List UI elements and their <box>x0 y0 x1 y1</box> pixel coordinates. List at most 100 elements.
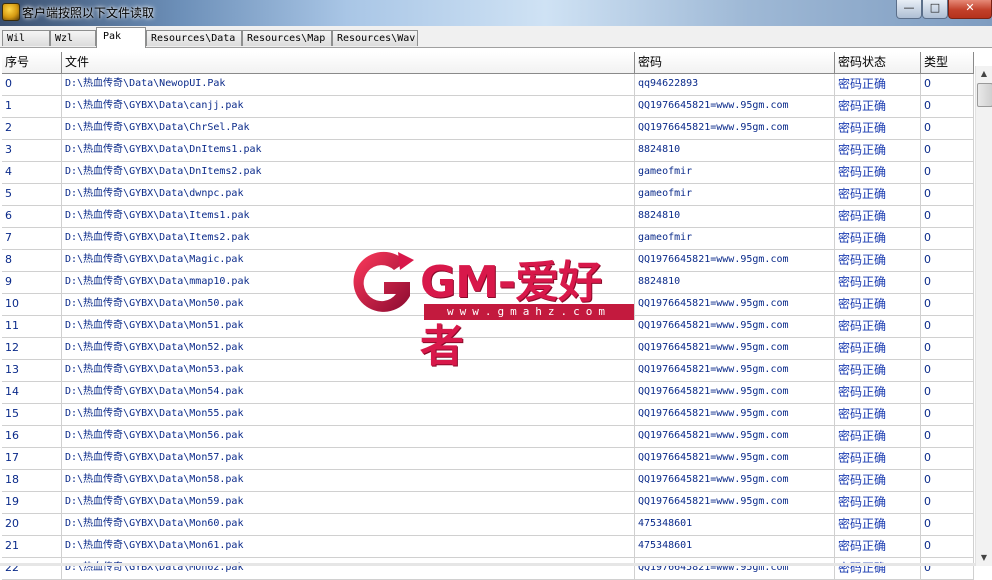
row-password: 8824810 <box>635 272 835 293</box>
table-row[interactable]: 8 D:\热血传奇\GYBX\Data\Magic.pak QQ1976645821… <box>2 250 974 272</box>
row-password: QQ1976645821=www.95gm.com <box>635 360 835 381</box>
scroll-up-arrow-icon[interactable]: ▲ <box>976 66 992 82</box>
table-row[interactable]: 3 D:\热血传奇\GYBX\Data\DnItems1.pak 8824810 密码… <box>2 140 974 162</box>
scroll-down-arrow-icon[interactable]: ▼ <box>976 550 992 566</box>
table-row[interactable]: 7 D:\热血传奇\GYBX\Data\Items2.pak gameofmir 密码… <box>2 228 974 250</box>
table-row[interactable]: 2 D:\热血传奇\GYBX\Data\ChrSel.Pak QQ197664582… <box>2 118 974 140</box>
row-type: 0 <box>921 74 974 95</box>
tab-resources-wav[interactable]: Resources\Wav <box>332 30 418 46</box>
tab-pak[interactable]: Pak <box>96 27 146 48</box>
row-password-status: 密码正确 <box>835 96 921 117</box>
row-type: 0 <box>921 536 974 557</box>
table-row[interactable]: 14 D:\热血传奇\GYBX\Data\Mon54.pak QQ197664582… <box>2 382 974 404</box>
row-password: 8824810 <box>635 140 835 161</box>
row-file-path: D:\热血传奇\GYBX\Data\Mon52.pak <box>62 338 635 359</box>
row-index: 3 <box>2 140 62 161</box>
row-type: 0 <box>921 250 974 271</box>
row-password: gameofmir <box>635 162 835 183</box>
row-password-status: 密码正确 <box>835 470 921 491</box>
row-password: QQ1976645821=www.95gm.com <box>635 338 835 359</box>
table-row[interactable]: 12 D:\热血传奇\GYBX\Data\Mon52.pak QQ197664582… <box>2 338 974 360</box>
table-row[interactable]: 5 D:\热血传奇\GYBX\Data\dwnpc.pak gameofmir 密码正… <box>2 184 974 206</box>
row-index: 12 <box>2 338 62 359</box>
row-index: 18 <box>2 470 62 491</box>
table-row[interactable]: 22 D:\热血传奇\GYBX\Data\Mon62.pak QQ197664582… <box>2 558 974 580</box>
row-file-path: D:\热血传奇\Data\NewopUI.Pak <box>62 74 635 95</box>
row-type: 0 <box>921 184 974 205</box>
row-file-path: D:\热血传奇\GYBX\Data\dwnpc.pak <box>62 184 635 205</box>
row-password-status: 密码正确 <box>835 206 921 227</box>
window-title: 客户端按照以下文件读取 <box>22 6 155 20</box>
header-file[interactable]: 文件 <box>62 52 635 73</box>
row-file-path: D:\热血传奇\GYBX\Data\Mon51.pak <box>62 316 635 337</box>
table-row[interactable]: 1 D:\热血传奇\GYBX\Data\canjj.pak QQ1976645821… <box>2 96 974 118</box>
row-index: 21 <box>2 536 62 557</box>
row-password-status: 密码正确 <box>835 404 921 425</box>
row-password: QQ1976645821=www.95gm.com <box>635 558 835 579</box>
scroll-thumb[interactable] <box>977 83 992 107</box>
row-type: 0 <box>921 206 974 227</box>
row-file-path: D:\热血传奇\GYBX\Data\Mon50.pak <box>62 294 635 315</box>
tab-wil[interactable]: Wil <box>2 30 50 46</box>
row-type: 0 <box>921 360 974 381</box>
row-index: 5 <box>2 184 62 205</box>
row-type: 0 <box>921 338 974 359</box>
row-index: 1 <box>2 96 62 117</box>
tab-strip: Wil Wzl Pak Resources\Data Resources\Map… <box>0 26 992 48</box>
table-row[interactable]: 17 D:\热血传奇\GYBX\Data\Mon57.pak QQ197664582… <box>2 448 974 470</box>
row-password-status: 密码正确 <box>835 162 921 183</box>
table-row[interactable]: 21 D:\热血传奇\GYBX\Data\Mon61.pak 475348601 密码… <box>2 536 974 558</box>
table-row[interactable]: 20 D:\热血传奇\GYBX\Data\Mon60.pak 475348601 密码… <box>2 514 974 536</box>
tab-wzl[interactable]: Wzl <box>50 30 96 46</box>
tab-resources-map[interactable]: Resources\Map <box>242 30 332 46</box>
row-password: gameofmir <box>635 228 835 249</box>
table-row[interactable]: 0 D:\热血传奇\Data\NewopUI.Pak qq94622893 密码正确 0 <box>2 74 974 96</box>
close-button[interactable]: ✕ <box>948 0 992 19</box>
table-row[interactable]: 18 D:\热血传奇\GYBX\Data\Mon58.pak QQ197664582… <box>2 470 974 492</box>
row-password-status: 密码正确 <box>835 316 921 337</box>
row-file-path: D:\热血传奇\GYBX\Data\Items1.pak <box>62 206 635 227</box>
maximize-button[interactable]: □ <box>922 0 948 19</box>
table-row[interactable]: 13 D:\热血传奇\GYBX\Data\Mon53.pak QQ197664582… <box>2 360 974 382</box>
tab-resources-data[interactable]: Resources\Data <box>146 30 242 46</box>
row-password: gameofmir <box>635 184 835 205</box>
table-row[interactable]: 6 D:\热血传奇\GYBX\Data\Items1.pak 8824810 密码正确… <box>2 206 974 228</box>
row-file-path: D:\热血传奇\GYBX\Data\Mon58.pak <box>62 470 635 491</box>
header-password[interactable]: 密码 <box>635 52 835 73</box>
title-bar: 客户端按照以下文件读取 — □ ✕ <box>0 0 992 26</box>
row-file-path: D:\热血传奇\GYBX\Data\Mon53.pak <box>62 360 635 381</box>
row-password-status: 密码正确 <box>835 140 921 161</box>
table-body: 0 D:\热血传奇\Data\NewopUI.Pak qq94622893 密码正确 0… <box>2 74 974 580</box>
minimize-button[interactable]: — <box>896 0 922 19</box>
vertical-scrollbar[interactable]: ▲ ▼ <box>975 66 992 566</box>
table-row[interactable]: 9 D:\热血传奇\GYBX\Data\mmap10.pak 8824810 密码正确… <box>2 272 974 294</box>
table-row[interactable]: 16 D:\热血传奇\GYBX\Data\Mon56.pak QQ197664582… <box>2 426 974 448</box>
row-index: 4 <box>2 162 62 183</box>
row-type: 0 <box>921 404 974 425</box>
row-index: 15 <box>2 404 62 425</box>
row-password: QQ1976645821=www.95gm.com <box>635 470 835 491</box>
row-index: 20 <box>2 514 62 535</box>
table-row[interactable]: 19 D:\热血传奇\GYBX\Data\Mon59.pak QQ197664582… <box>2 492 974 514</box>
row-type: 0 <box>921 118 974 139</box>
row-index: 22 <box>2 558 62 579</box>
header-type[interactable]: 类型 <box>921 52 974 73</box>
row-file-path: D:\热血传奇\GYBX\Data\Items2.pak <box>62 228 635 249</box>
row-index: 19 <box>2 492 62 513</box>
header-status[interactable]: 密码状态 <box>835 52 921 73</box>
row-file-path: D:\热血传奇\GYBX\Data\Magic.pak <box>62 250 635 271</box>
table-row[interactable]: 11 D:\热血传奇\GYBX\Data\Mon51.pak QQ197664582… <box>2 316 974 338</box>
row-password: QQ1976645821=www.95gm.com <box>635 404 835 425</box>
row-index: 11 <box>2 316 62 337</box>
row-index: 17 <box>2 448 62 469</box>
header-index[interactable]: 序号 <box>2 52 62 73</box>
row-file-path: D:\热血传奇\GYBX\Data\canjj.pak <box>62 96 635 117</box>
row-index: 13 <box>2 360 62 381</box>
row-index: 16 <box>2 426 62 447</box>
table-row[interactable]: 15 D:\热血传奇\GYBX\Data\Mon55.pak QQ197664582… <box>2 404 974 426</box>
row-type: 0 <box>921 162 974 183</box>
table-row[interactable]: 4 D:\热血传奇\GYBX\Data\DnItems2.pak gameofmir… <box>2 162 974 184</box>
row-password: 475348601 <box>635 536 835 557</box>
table-row[interactable]: 10 D:\热血传奇\GYBX\Data\Mon50.pak QQ197664582… <box>2 294 974 316</box>
row-password-status: 密码正确 <box>835 382 921 403</box>
